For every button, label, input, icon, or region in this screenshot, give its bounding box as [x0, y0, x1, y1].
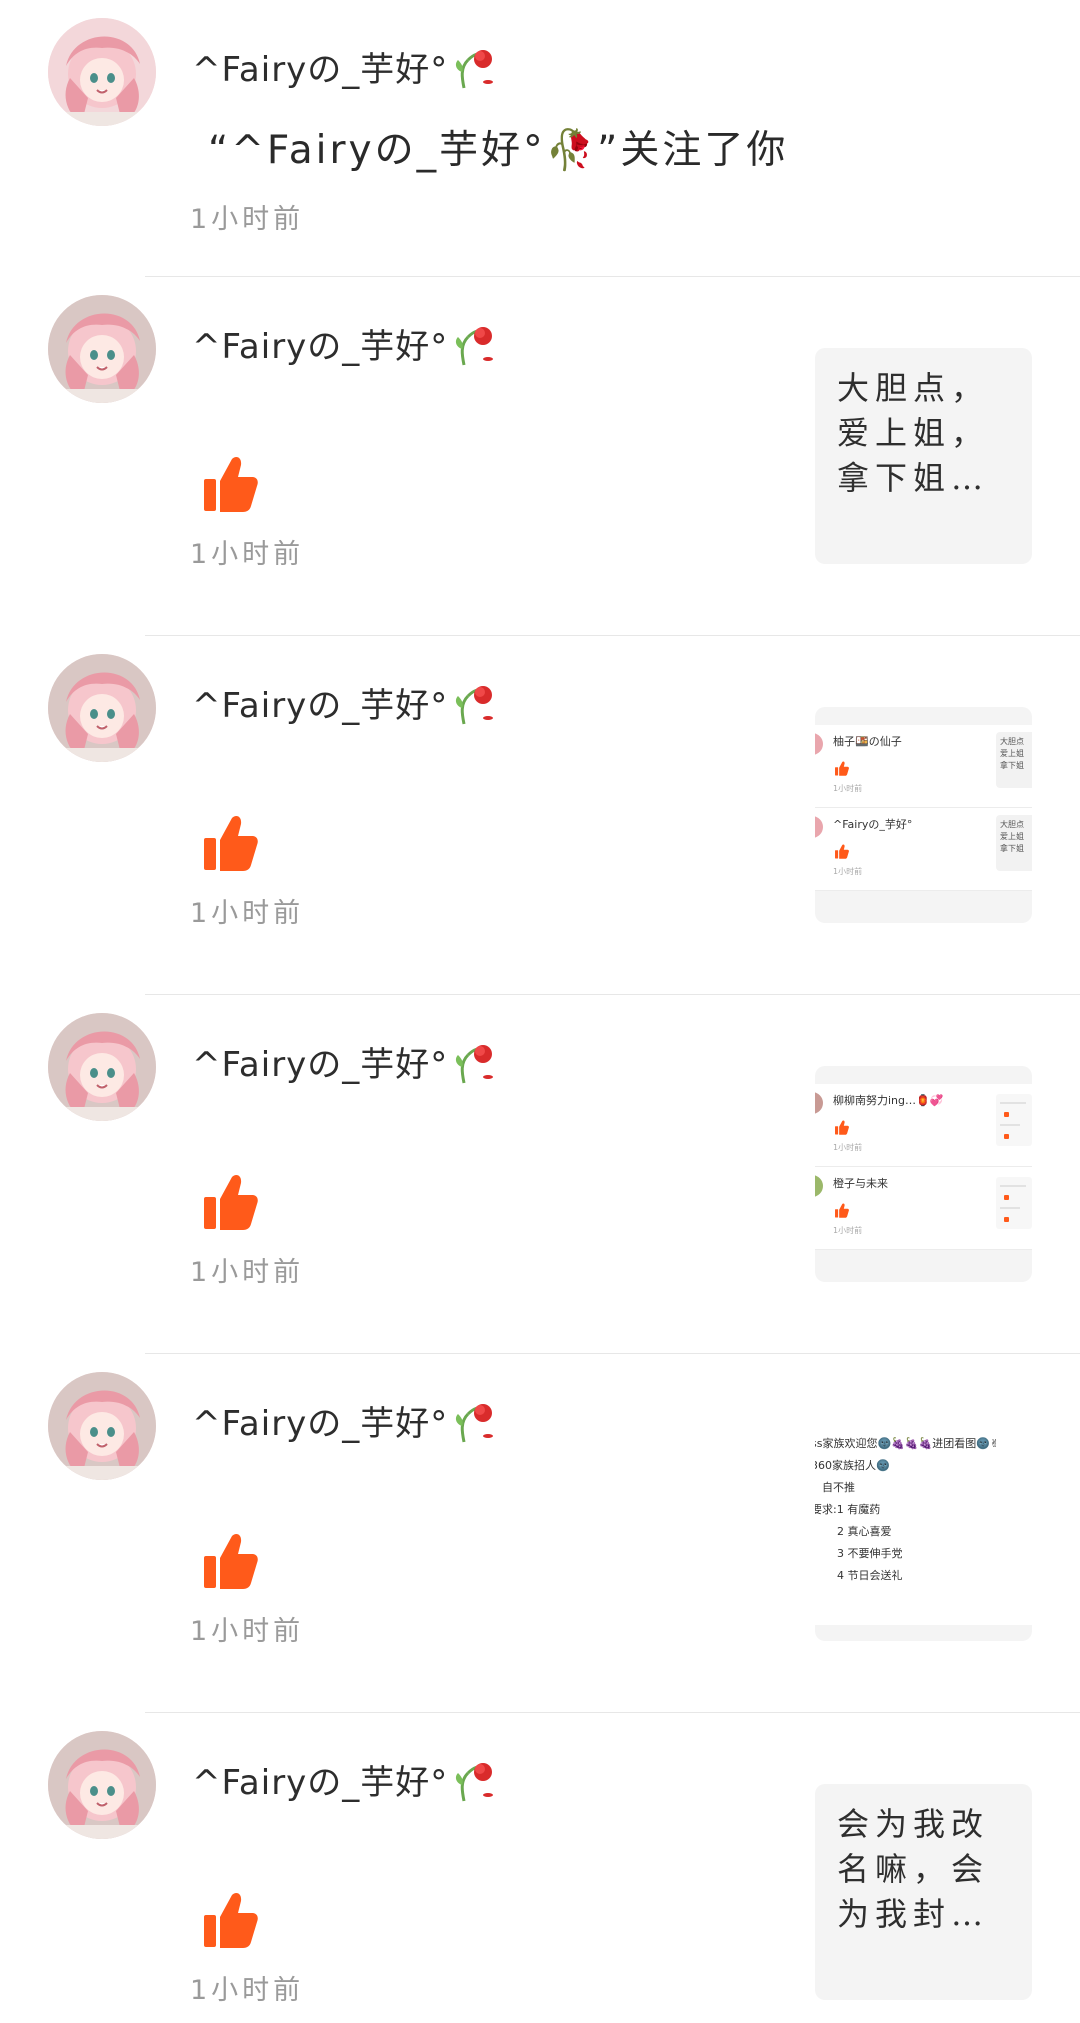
- mini-dot: [1004, 1217, 1009, 1222]
- timestamp: 1小时前: [190, 898, 305, 929]
- notification-item-like[interactable]: ^Fairyの_芋好° 1小时前 会为我改名嘛，会为我封…: [0, 1713, 1080, 2023]
- mini-timestamp: 1小时前: [833, 784, 863, 793]
- mini-avatar: [815, 1092, 823, 1114]
- post-preview[interactable]: ss家族欢迎您🌚🍇🍇🍇进团看图🌚✌ 360家族招人🌚 、自不推 要求:1 有魔药…: [815, 1425, 1032, 1641]
- mini-preview-box: 大胆点 爱上姐 拿下姐: [996, 815, 1032, 871]
- mini-username: 柚子🍱の仙子: [833, 735, 902, 748]
- thumbs-up-icon: [204, 814, 258, 872]
- post-preview[interactable]: 大胆点，爱上姐，拿下姐…: [815, 348, 1032, 564]
- post-line: 2 真心喜爱: [837, 1525, 892, 1538]
- user-avatar[interactable]: [48, 654, 156, 762]
- mini-feed-row: 橙子与未来 1小时前: [815, 1167, 1032, 1250]
- thumbs-up-icon: [204, 1891, 258, 1949]
- notification-item-like[interactable]: ^Fairyの_芋好° 1小时前 ss家族欢迎您🌚🍇🍇🍇进团看图🌚✌ 360家族…: [0, 1354, 1080, 1713]
- thumbs-up-icon: [204, 1532, 258, 1590]
- mini-timestamp: 1小时前: [833, 1226, 863, 1235]
- user-avatar[interactable]: [48, 1731, 156, 1839]
- post-preview[interactable]: 柳柳南努力ing…🏮💞 1小时前 橙子与未来 1小时前: [815, 1066, 1032, 1282]
- mini-feed-row: 柳柳南努力ing…🏮💞 1小时前: [815, 1084, 1032, 1167]
- wilted-rose-icon: [452, 42, 496, 101]
- mini-line: [1000, 1185, 1026, 1187]
- timestamp: 1小时前: [190, 539, 305, 570]
- notification-item-like[interactable]: ^Fairyの_芋好° 1小时前 柳柳南努力ing…🏮💞 1小时前 橙子与未来 …: [0, 995, 1080, 1354]
- timestamp: 1小时前: [190, 1257, 305, 1288]
- thumbs-up-icon: [204, 455, 258, 513]
- post-line: 360家族招人🌚: [815, 1459, 890, 1472]
- post-line: 4 节日会送礼: [837, 1569, 903, 1582]
- post-preview[interactable]: 会为我改名嘛，会为我封…: [815, 1784, 1032, 2000]
- mini-feed-row: 柚子🍱の仙子 1小时前 大胆点 爱上姐 拿下姐: [815, 725, 1032, 808]
- user-avatar[interactable]: [48, 18, 156, 126]
- thumbs-up-icon: [835, 1120, 849, 1135]
- username[interactable]: ^Fairyの_芋好°: [192, 1396, 496, 1455]
- username[interactable]: ^Fairyの_芋好°: [192, 1755, 496, 1814]
- post-line: ss家族欢迎您🌚🍇🍇🍇进团看图🌚✌: [815, 1437, 1000, 1450]
- notification-feed: ^Fairyの_芋好° “^Fairyの_芋好°🥀”关注了你 1小时前 ^Fai…: [0, 0, 1080, 2023]
- username[interactable]: ^Fairyの_芋好°: [192, 319, 496, 378]
- post-text-lines: ss家族欢迎您🌚🍇🍇🍇进团看图🌚✌ 360家族招人🌚 、自不推 要求:1 有魔药…: [815, 1433, 1032, 1587]
- user-avatar[interactable]: [48, 1013, 156, 1121]
- mini-preview-box: [996, 1177, 1032, 1229]
- mini-avatar: [815, 1175, 823, 1197]
- mini-feed-row: ^Fairyの_芋好° 1小时前 大胆点 爱上姐 拿下姐: [815, 808, 1032, 891]
- timestamp: 1小时前: [190, 1616, 305, 1647]
- thumbs-up-icon: [835, 761, 849, 776]
- timestamp: 1小时前: [190, 1975, 305, 2006]
- preview-text: 大胆点，爱上姐，拿下姐…: [837, 369, 990, 497]
- mini-timestamp: 1小时前: [833, 1143, 863, 1152]
- mini-preview-box: 大胆点 爱上姐 拿下姐: [996, 732, 1032, 788]
- mini-timestamp: 1小时前: [833, 867, 863, 876]
- thumbs-up-icon: [835, 1203, 849, 1218]
- notification-item-like[interactable]: ^Fairyの_芋好° 1小时前 柚子🍱の仙子 1小时前 大胆点 爱上姐 拿下姐…: [0, 636, 1080, 995]
- user-avatar[interactable]: [48, 1372, 156, 1480]
- mini-username: ^Fairyの_芋好°: [833, 818, 913, 831]
- mini-avatar: [815, 733, 823, 755]
- wilted-rose-icon: [452, 1755, 496, 1814]
- post-line: 要求:1 有魔药: [815, 1503, 881, 1516]
- preview-text: 会为我改名嘛，会为我封…: [837, 1805, 990, 1933]
- wilted-rose-icon: [452, 678, 496, 737]
- wilted-rose-icon: [452, 319, 496, 378]
- thumbs-up-icon: [835, 844, 849, 859]
- username[interactable]: ^Fairyの_芋好°: [192, 42, 496, 101]
- post-preview[interactable]: 柚子🍱の仙子 1小时前 大胆点 爱上姐 拿下姐 ^Fairyの_芋好° 1小时前…: [815, 707, 1032, 923]
- user-avatar[interactable]: [48, 295, 156, 403]
- mini-dot: [1004, 1112, 1009, 1117]
- mini-avatar: [815, 816, 823, 838]
- mini-dot: [1004, 1195, 1009, 1200]
- thumbs-up-icon: [204, 1173, 258, 1231]
- post-line: 、自不推: [815, 1481, 855, 1494]
- mini-username: 柳柳南努力ing…🏮💞: [833, 1094, 944, 1107]
- wilted-rose-icon: [452, 1396, 496, 1455]
- username[interactable]: ^Fairyの_芋好°: [192, 678, 496, 737]
- mini-dot: [1004, 1134, 1009, 1139]
- mini-line: [1000, 1207, 1020, 1209]
- notification-item-like[interactable]: ^Fairyの_芋好° 1小时前 大胆点，爱上姐，拿下姐…: [0, 277, 1080, 636]
- preview-footer: [815, 1625, 1032, 1641]
- username[interactable]: ^Fairyの_芋好°: [192, 1037, 496, 1096]
- follow-message: “^Fairyの_芋好°🥀”关注了你: [208, 128, 789, 173]
- timestamp: 1小时前: [190, 204, 305, 235]
- mini-preview-box: [996, 1094, 1032, 1146]
- notification-item-follow[interactable]: ^Fairyの_芋好° “^Fairyの_芋好°🥀”关注了你 1小时前: [0, 0, 1080, 277]
- mini-line: [1000, 1102, 1026, 1104]
- wilted-rose-icon: [452, 1037, 496, 1096]
- mini-line: [1000, 1124, 1020, 1126]
- post-line: 3 不要伸手党: [837, 1547, 903, 1560]
- mini-username: 橙子与未来: [833, 1177, 888, 1190]
